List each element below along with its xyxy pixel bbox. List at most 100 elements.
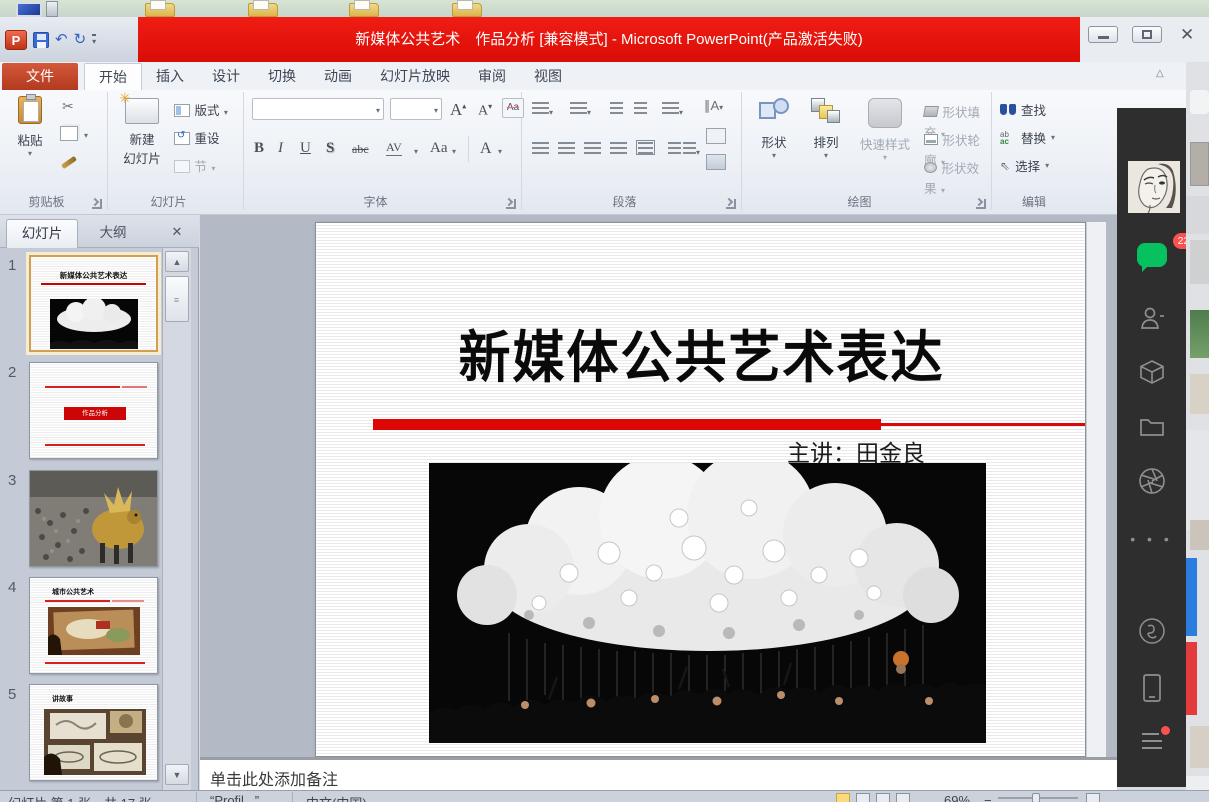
bold-button[interactable]: B — [254, 140, 264, 157]
folder-icon[interactable] — [452, 3, 482, 17]
italic-button[interactable]: I — [278, 140, 283, 157]
editor-scrollbar[interactable] — [1086, 222, 1106, 757]
find-button[interactable]: 查找 — [1000, 100, 1046, 119]
reset-button[interactable]: 重设 — [174, 128, 219, 148]
collapse-ribbon-icon[interactable]: △ — [1156, 68, 1164, 79]
tab-view[interactable]: 视图 — [520, 63, 576, 90]
underline-button[interactable]: U — [300, 140, 311, 157]
contacts-button[interactable] — [1117, 304, 1186, 337]
bullets-icon[interactable]: ▾ — [532, 102, 553, 120]
tab-design[interactable]: 设计 — [198, 63, 254, 90]
more-button[interactable]: • • • — [1117, 531, 1186, 547]
folder-icon[interactable] — [248, 3, 278, 17]
new-slide-button[interactable]: 新建 幻灯片 — [114, 98, 170, 167]
undo-icon[interactable]: ↶ — [55, 32, 68, 48]
close-button[interactable]: ✕ — [1180, 25, 1194, 45]
chats-button[interactable]: 22 — [1117, 243, 1186, 267]
scroll-up-icon[interactable]: ▲ — [165, 251, 189, 272]
section-button[interactable]: 节 ▾ — [174, 156, 215, 176]
align-center-icon[interactable] — [558, 142, 575, 160]
maximize-button[interactable] — [1132, 26, 1162, 43]
increase-indent-icon[interactable] — [634, 102, 647, 120]
notes-pane[interactable]: 单击此处添加备注 — [200, 757, 1117, 790]
character-spacing-button[interactable]: AV — [386, 140, 402, 156]
slide-thumbnail-3[interactable] — [29, 470, 158, 567]
clipboard-dialog-launcher-icon[interactable] — [92, 199, 102, 209]
redo-icon[interactable]: ↻ — [74, 32, 87, 48]
folder-icon[interactable] — [145, 3, 175, 17]
mini-programs-button[interactable] — [1117, 616, 1186, 651]
slideshow-view-icon[interactable] — [896, 793, 910, 802]
shrink-font-button[interactable]: A▾ — [478, 102, 492, 120]
customize-qat-icon[interactable]: ▾ — [92, 34, 96, 46]
moments-button[interactable] — [1117, 466, 1186, 501]
text-shadow-button[interactable]: S — [326, 140, 334, 157]
avatar[interactable] — [1128, 161, 1180, 213]
replace-button[interactable]: abac替换▾ — [1000, 128, 1055, 147]
font-color-dropdown-icon[interactable]: ▾ — [498, 147, 502, 156]
tab-file[interactable]: 文件 — [2, 63, 78, 90]
smartart-icon[interactable] — [706, 154, 726, 170]
align-text-icon[interactable] — [706, 128, 726, 144]
slide-image-lightbulb-cloud[interactable] — [429, 463, 986, 743]
scrollbar-thumb[interactable]: ≡ — [165, 276, 189, 322]
shape-effects-button[interactable]: 形状效果 ▾ — [924, 158, 991, 198]
quick-styles-button[interactable]: 快速样式 ▾ — [854, 98, 916, 162]
paste-button[interactable]: 粘贴 ▾ — [8, 96, 52, 158]
line-spacing-icon[interactable]: ▾ — [662, 102, 683, 120]
phone-button[interactable] — [1117, 673, 1186, 708]
zoom-slider-knob[interactable] — [1032, 793, 1040, 802]
slide-thumbnail-5[interactable]: 讲故事 — [29, 684, 158, 781]
drawing-dialog-launcher-icon[interactable] — [976, 199, 986, 209]
strikethrough-button[interactable]: abc — [352, 142, 369, 157]
columns-icon[interactable]: ▾ — [668, 142, 700, 160]
files-button[interactable] — [1117, 413, 1186, 446]
scroll-down-icon[interactable]: ▼ — [165, 764, 189, 785]
normal-view-icon[interactable] — [836, 793, 850, 802]
grow-font-button[interactable]: A▴ — [450, 100, 466, 120]
shapes-button[interactable]: 形状 ▾ — [750, 98, 798, 160]
panel-scrollbar[interactable]: ▲ ≡ ▼ — [162, 248, 191, 790]
select-button[interactable]: ⇖选择▾ — [1000, 156, 1049, 175]
slide-thumbnail-1[interactable]: 新媒体公共艺术表达 — [29, 255, 158, 352]
text-direction-icon[interactable]: ∥A▾ — [704, 98, 723, 114]
tab-insert[interactable]: 插入 — [142, 63, 198, 90]
reading-view-icon[interactable] — [876, 793, 890, 802]
font-dialog-launcher-icon[interactable] — [506, 199, 516, 209]
notes-placeholder[interactable]: 单击此处添加备注 — [210, 766, 1117, 790]
tab-slides-thumbnails[interactable]: 幻灯片 — [6, 219, 78, 248]
copy-icon[interactable] — [60, 126, 78, 141]
computer-tower-icon[interactable] — [46, 1, 58, 17]
menu-button[interactable] — [1117, 730, 1186, 757]
cut-icon[interactable]: ✂ — [62, 98, 74, 115]
collections-button[interactable] — [1117, 358, 1186, 391]
folder-icon[interactable] — [349, 3, 379, 17]
computer-icon[interactable] — [16, 2, 42, 17]
powerpoint-logo-icon[interactable]: P — [5, 30, 27, 50]
tab-slideshow[interactable]: 幻灯片放映 — [366, 63, 464, 90]
font-color-button[interactable]: A — [480, 140, 492, 158]
tab-animations[interactable]: 动画 — [310, 63, 366, 90]
slide-thumbnail-4[interactable]: 城市公共艺术 — [29, 577, 158, 674]
tab-transitions[interactable]: 切换 — [254, 63, 310, 90]
font-name-combo[interactable]: ▾ — [252, 98, 384, 120]
case-dropdown-icon[interactable]: ▾ — [452, 147, 456, 156]
slide-title[interactable]: 新媒体公共艺术表达 — [336, 312, 1067, 393]
slide-canvas[interactable]: 新媒体公共艺术表达 主讲：田金良 — [315, 222, 1086, 757]
layout-button[interactable]: 版式 ▾ — [174, 100, 228, 120]
change-case-button[interactable]: Aa — [430, 140, 448, 157]
fit-to-window-icon[interactable] — [1086, 793, 1100, 802]
justify-icon[interactable] — [610, 142, 627, 160]
copy-dropdown-icon[interactable]: ▾ — [84, 131, 88, 140]
paragraph-dialog-launcher-icon[interactable] — [726, 199, 736, 209]
slide-sorter-view-icon[interactable] — [856, 793, 870, 802]
zoom-out-icon[interactable]: − — [984, 793, 992, 802]
arrange-button[interactable]: 排列 ▾ — [802, 98, 850, 160]
clear-formatting-button[interactable]: Aa — [502, 98, 524, 118]
font-size-combo[interactable]: ▾ — [390, 98, 442, 120]
panel-close-icon[interactable]: ✕ — [166, 222, 188, 242]
save-icon[interactable] — [33, 32, 49, 48]
slide-thumbnail-2[interactable]: 作品分析 — [29, 362, 158, 459]
spacing-dropdown-icon[interactable]: ▾ — [414, 147, 418, 156]
align-right-icon[interactable] — [584, 142, 601, 160]
